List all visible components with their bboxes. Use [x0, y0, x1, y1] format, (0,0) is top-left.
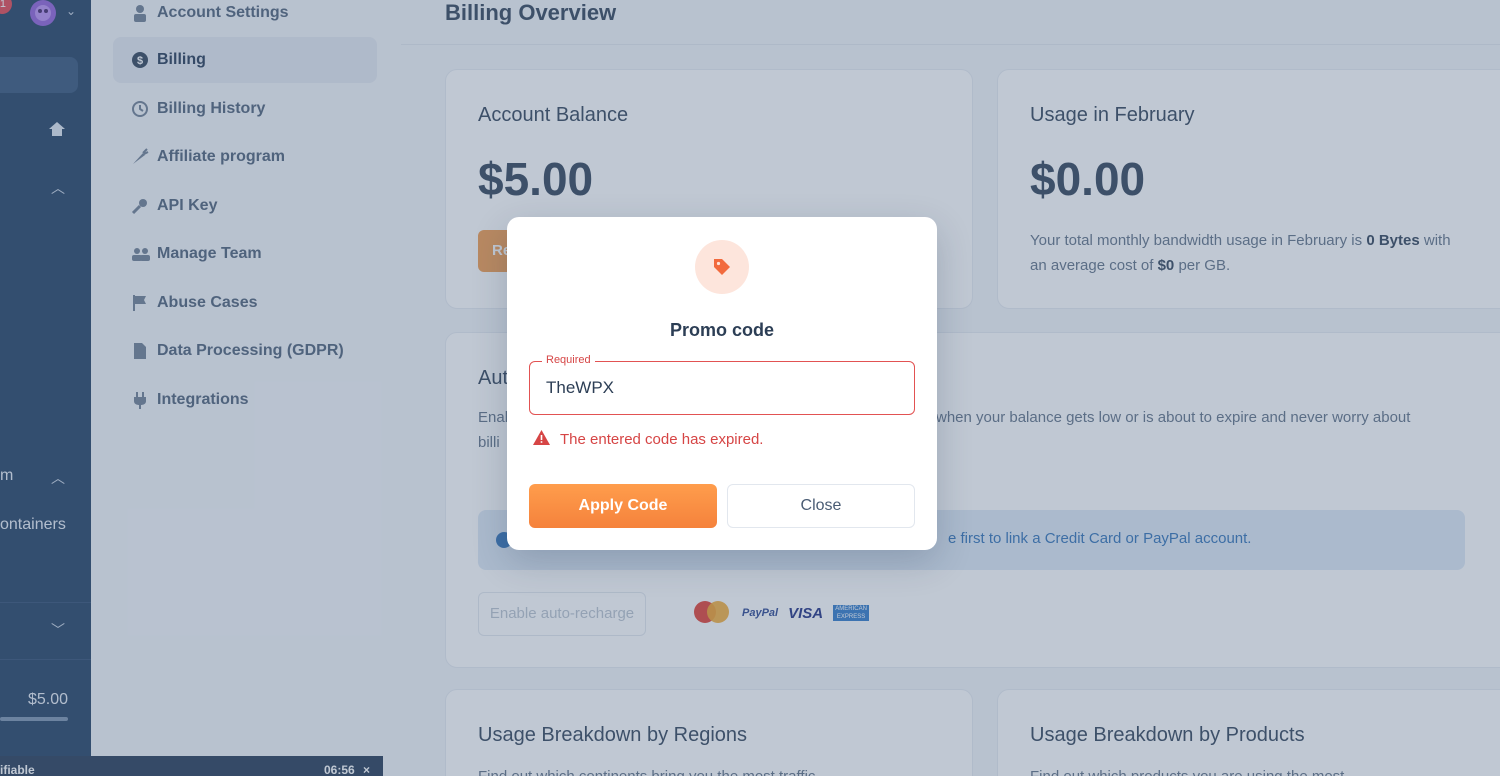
- tag-icon: [695, 240, 749, 294]
- close-button[interactable]: Close: [727, 484, 915, 528]
- apply-code-button[interactable]: Apply Code: [529, 484, 717, 528]
- error-text: The entered code has expired.: [560, 431, 764, 448]
- warning-icon: [533, 430, 550, 449]
- promo-code-field: Required: [529, 354, 915, 415]
- dialog-title: Promo code: [669, 320, 775, 340]
- promo-code-input[interactable]: [546, 376, 886, 400]
- field-legend: Required: [542, 354, 595, 366]
- promo-code-dialog: Promo code Required The entered code has…: [507, 217, 937, 550]
- error-message: The entered code has expired.: [533, 430, 763, 449]
